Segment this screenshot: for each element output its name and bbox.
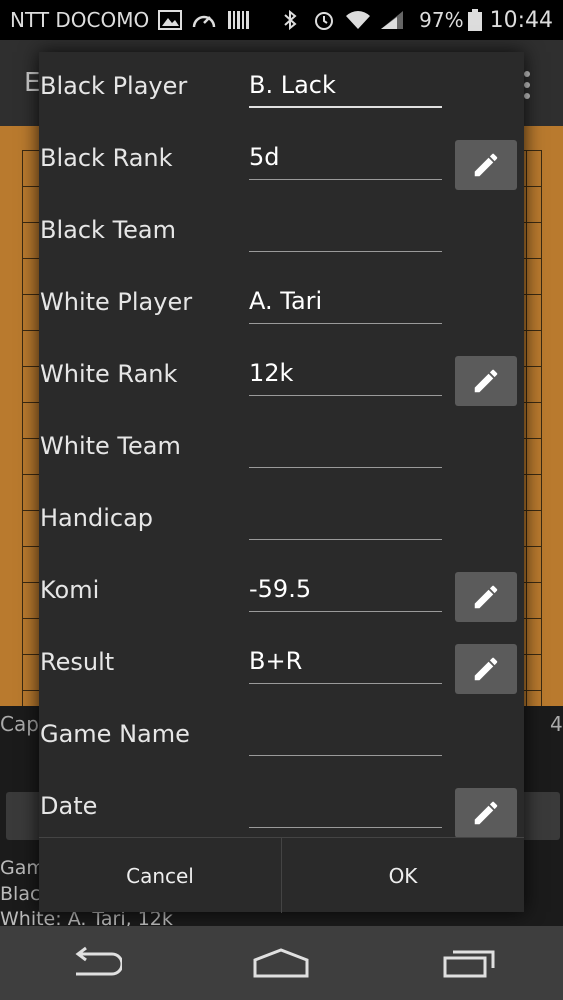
pencil-icon bbox=[474, 801, 498, 825]
speedometer-icon bbox=[193, 15, 216, 28]
date-row: Date bbox=[39, 772, 524, 844]
white-player-row: White Player A. Tari bbox=[39, 268, 524, 340]
black-info-line: Blac bbox=[0, 883, 41, 905]
date-label: Date bbox=[40, 792, 98, 820]
white-rank-edit-button[interactable] bbox=[455, 356, 517, 406]
pencil-icon bbox=[474, 657, 498, 681]
black-rank-edit-button[interactable] bbox=[455, 140, 517, 190]
result-row: Result B+R bbox=[39, 628, 524, 700]
handicap-row: Handicap bbox=[39, 484, 524, 556]
captured-count-fragment: 4 bbox=[550, 712, 563, 736]
white-rank-row: White Rank 12k bbox=[39, 340, 524, 412]
white-rank-input[interactable]: 12k bbox=[249, 356, 442, 396]
white-team-label: White Team bbox=[40, 432, 181, 460]
white-team-input[interactable] bbox=[249, 428, 442, 468]
black-rank-row: Black Rank 5d bbox=[39, 124, 524, 196]
recent-apps-icon bbox=[443, 950, 495, 978]
date-input[interactable] bbox=[249, 788, 442, 828]
alarm-icon bbox=[315, 12, 334, 30]
dialog-button-bar: Cancel OK bbox=[39, 837, 524, 913]
komi-row: Komi -59.5 bbox=[39, 556, 524, 628]
game-name-label: Game Name bbox=[40, 720, 190, 748]
home-icon bbox=[253, 948, 309, 978]
date-edit-button[interactable] bbox=[455, 788, 517, 838]
back-arrow-icon bbox=[75, 946, 122, 976]
pencil-icon bbox=[474, 153, 498, 177]
barcode-icon bbox=[228, 11, 250, 29]
handicap-label: Handicap bbox=[40, 504, 154, 532]
cancel-button[interactable]: Cancel bbox=[39, 838, 281, 913]
carrier-name: NTT DOCOMO bbox=[10, 8, 150, 32]
white-rank-label: White Rank bbox=[40, 360, 178, 388]
game-name-input[interactable] bbox=[249, 716, 442, 756]
pencil-icon bbox=[474, 585, 498, 609]
black-rank-input[interactable]: 5d bbox=[249, 140, 442, 180]
battery-icon bbox=[467, 9, 482, 31]
bluetooth-icon bbox=[284, 9, 297, 31]
home-button[interactable] bbox=[246, 943, 316, 983]
signal-icon bbox=[381, 11, 404, 29]
image-notification-icon bbox=[158, 10, 183, 30]
black-team-input[interactable] bbox=[249, 212, 442, 252]
black-team-row: Black Team bbox=[39, 196, 524, 268]
app-title-fragment: E bbox=[24, 68, 41, 98]
komi-input[interactable]: -59.5 bbox=[249, 572, 442, 612]
white-player-label: White Player bbox=[40, 288, 193, 316]
next-move-button[interactable] bbox=[520, 792, 560, 840]
result-label: Result bbox=[40, 648, 115, 676]
black-player-input[interactable]: B. Lack bbox=[249, 68, 442, 108]
game-info-dialog: Black Player B. Lack Black Rank 5d Black… bbox=[39, 52, 524, 913]
battery-percentage: 97% bbox=[419, 8, 464, 32]
status-bar: NTT DOCOMO 97% 10:44 bbox=[0, 0, 563, 40]
captured-label-fragment: Cap bbox=[0, 712, 39, 736]
komi-edit-button[interactable] bbox=[455, 572, 517, 622]
game-name-row: Game Name bbox=[39, 700, 524, 772]
white-team-row: White Team bbox=[39, 412, 524, 484]
black-rank-label: Black Rank bbox=[40, 144, 173, 172]
recent-apps-button[interactable] bbox=[434, 943, 504, 983]
handicap-input[interactable] bbox=[249, 500, 442, 540]
clock-time: 10:44 bbox=[489, 7, 553, 33]
white-player-input[interactable]: A. Tari bbox=[249, 284, 442, 324]
wifi-icon bbox=[346, 11, 371, 29]
black-player-row: Black Player B. Lack bbox=[39, 52, 524, 124]
pencil-icon bbox=[474, 369, 498, 393]
ok-button[interactable]: OK bbox=[281, 838, 524, 913]
black-player-label: Black Player bbox=[40, 72, 188, 100]
system-nav-bar bbox=[0, 926, 563, 1000]
komi-label: Komi bbox=[40, 576, 100, 604]
black-team-label: Black Team bbox=[40, 216, 176, 244]
result-input[interactable]: B+R bbox=[249, 644, 442, 684]
back-button[interactable] bbox=[59, 943, 129, 983]
result-edit-button[interactable] bbox=[455, 644, 517, 694]
